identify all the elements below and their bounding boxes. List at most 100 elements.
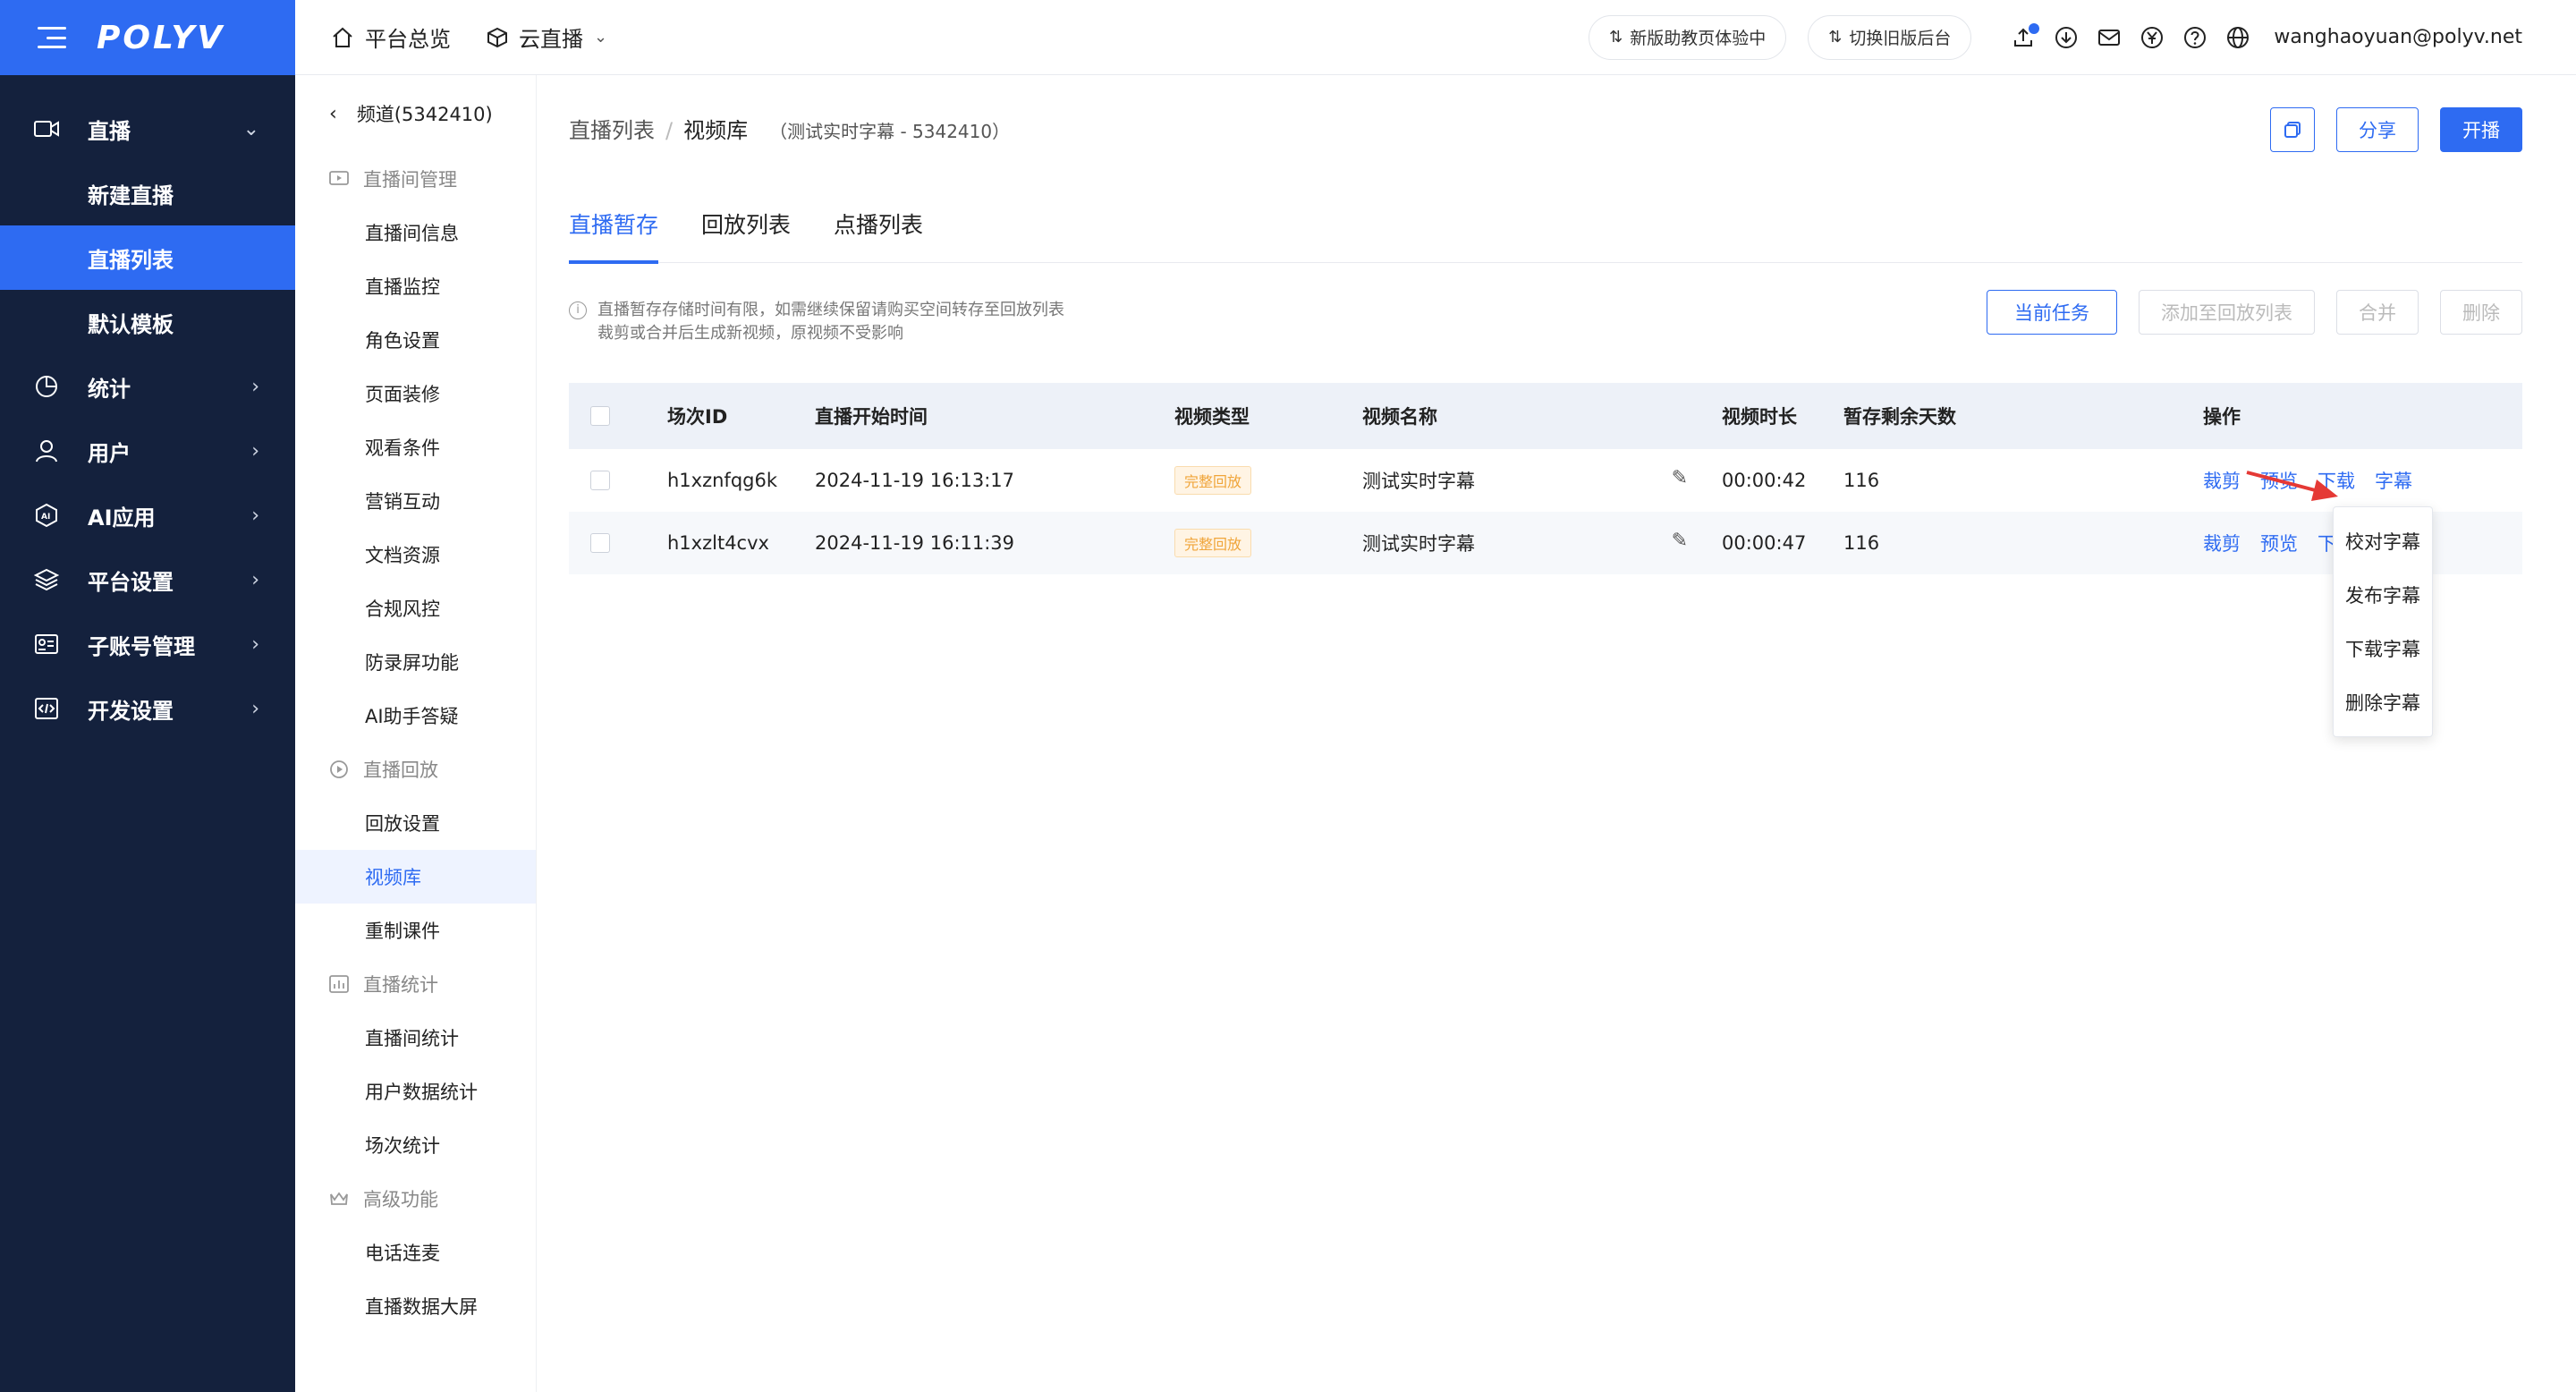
share-button[interactable]: 分享 — [2336, 107, 2419, 152]
tab-vod-list[interactable]: 点播列表 — [834, 200, 923, 263]
row-checkbox[interactable] — [590, 533, 610, 553]
subtitle-link[interactable]: 字幕 — [2375, 467, 2412, 494]
add-to-playback-button[interactable]: 添加至回放列表 — [2139, 290, 2315, 335]
select-all-checkbox[interactable] — [590, 406, 610, 426]
sidebar-item-room-info[interactable]: 直播间信息 — [295, 206, 536, 259]
main-content: 直播列表 / 视频库 （测试实时字幕 - 5342410） 分享 开播 直播暂存… — [537, 75, 2576, 1392]
sidebar-item-remake-courseware[interactable]: 重制课件 — [295, 904, 536, 957]
sidebar-item-roles[interactable]: 角色设置 — [295, 313, 536, 367]
nav-header: POLYV — [0, 0, 295, 75]
breadcrumb: 直播列表 / 视频库 （测试实时字幕 - 5342410） — [569, 113, 1010, 144]
video-table: 场次ID 直播开始时间 视频类型 视频名称 视频时长 暂存剩余天数 操作 h1x… — [569, 383, 2522, 574]
cloud-live-dropdown[interactable]: 云直播 ⌄ — [487, 21, 607, 53]
main-nav: POLYV 直播 ⌄ 新建直播 直播列表 默认模板 统计 › 用户 › AI A… — [0, 0, 295, 1392]
sidebar-item-marketing[interactable]: 营销互动 — [295, 474, 536, 528]
crop-link[interactable]: 裁剪 — [2203, 467, 2241, 494]
nav-item-platform-settings[interactable]: 平台设置 › — [0, 547, 295, 612]
menu-toggle-icon[interactable] — [38, 27, 66, 48]
sidebar-item-documents[interactable]: 文档资源 — [295, 528, 536, 581]
channel-back-button[interactable]: ‹ 频道(5342410) — [295, 75, 536, 152]
nav-item-subaccounts[interactable]: 子账号管理 › — [0, 612, 295, 676]
tab-live-temp[interactable]: 直播暂存 — [569, 200, 659, 264]
monitor-icon — [327, 167, 351, 191]
sidebar-item-playback-settings[interactable]: 回放设置 — [295, 796, 536, 850]
row-checkbox[interactable] — [590, 471, 610, 490]
group-advanced: 高级功能 — [295, 1172, 536, 1226]
chevron-down-icon: ⌄ — [594, 28, 608, 47]
menu-item-download-subtitle[interactable]: 下载字幕 — [2334, 622, 2432, 675]
yen-icon[interactable] — [2140, 25, 2165, 50]
video-camera-icon — [32, 115, 61, 143]
copy-button[interactable] — [2270, 107, 2315, 152]
breadcrumb-current: 视频库 — [683, 118, 749, 143]
crop-link[interactable]: 裁剪 — [2203, 530, 2241, 556]
breadcrumb-parent[interactable]: 直播列表 — [569, 113, 655, 144]
sidebar-item-video-library[interactable]: 视频库 — [295, 850, 536, 904]
user-icon — [32, 437, 61, 465]
sidebar-item-user-stats[interactable]: 用户数据统计 — [295, 1065, 536, 1118]
nav-sub-new-live[interactable]: 新建直播 — [0, 161, 295, 225]
chevron-right-icon: › — [251, 439, 259, 463]
nav-item-users[interactable]: 用户 › — [0, 419, 295, 483]
red-arrow-annotation — [2246, 471, 2338, 501]
platform-overview-link[interactable]: 平台总览 — [331, 21, 451, 53]
merge-button[interactable]: 合并 — [2336, 290, 2419, 335]
mail-icon[interactable] — [2097, 25, 2122, 50]
top-bar: 平台总览 云直播 ⌄ ⇅ 新版助教页体验中 ⇅ 切换旧版后台 wanghaoyuan… — [295, 0, 2576, 75]
nav-sub-default-template[interactable]: 默认模板 — [0, 290, 295, 354]
replay-icon — [327, 758, 351, 781]
sidebar-item-watch-conditions[interactable]: 观看条件 — [295, 420, 536, 474]
bar-chart-icon — [327, 972, 351, 996]
status-badge: 完整回放 — [1174, 466, 1252, 495]
preview-link[interactable]: 预览 — [2260, 530, 2298, 556]
menu-item-publish-subtitle[interactable]: 发布字幕 — [2334, 568, 2432, 622]
polyv-logo[interactable]: POLYV — [97, 20, 225, 56]
download-icon[interactable] — [2054, 25, 2079, 50]
notification-dot — [2029, 22, 2040, 34]
start-live-button[interactable]: 开播 — [2440, 107, 2522, 152]
upload-icon[interactable] — [2011, 22, 2040, 50]
switch-old-backend-button[interactable]: ⇅ 切换旧版后台 — [1808, 14, 1972, 60]
library-tabs: 直播暂存 回放列表 点播列表 — [569, 200, 2522, 264]
tab-playback-list[interactable]: 回放列表 — [701, 200, 791, 263]
edit-pencil-icon[interactable]: ✎ — [1672, 530, 1688, 556]
edit-pencil-icon[interactable]: ✎ — [1672, 467, 1688, 494]
nav-item-live[interactable]: 直播 ⌄ — [0, 97, 295, 161]
channel-sidebar: ‹ 频道(5342410) 直播间管理 直播间信息 直播监控 角色设置 页面装修… — [295, 75, 537, 1392]
chevron-right-icon: › — [251, 375, 259, 398]
switch-arrows-icon: ⇅ — [1609, 28, 1623, 47]
menu-item-delete-subtitle[interactable]: 删除字幕 — [2334, 675, 2432, 729]
menu-item-proofread-subtitle[interactable]: 校对字幕 — [2334, 514, 2432, 568]
ai-icon: AI — [32, 501, 61, 530]
nav-sub-live-list[interactable]: 直播列表 — [0, 225, 295, 290]
cube-icon — [487, 27, 507, 47]
chevron-right-icon: › — [251, 504, 259, 527]
delete-button[interactable]: 删除 — [2440, 290, 2522, 335]
status-badge: 完整回放 — [1174, 529, 1252, 557]
chevron-right-icon: › — [251, 568, 259, 591]
home-icon — [333, 27, 352, 47]
nav-item-stats[interactable]: 统计 › — [0, 354, 295, 419]
chevron-left-icon: ‹ — [329, 102, 337, 125]
help-icon[interactable] — [2182, 25, 2207, 50]
nav-item-ai[interactable]: AI AI应用 › — [0, 483, 295, 547]
user-email[interactable]: wanghaoyuan@polyv.net — [2274, 26, 2522, 48]
sidebar-item-anti-recording[interactable]: 防录屏功能 — [295, 635, 536, 689]
sidebar-item-phone-link[interactable]: 电话连麦 — [295, 1226, 536, 1279]
switch-arrows-icon: ⇅ — [1828, 28, 1843, 47]
sidebar-item-page-decoration[interactable]: 页面装修 — [295, 367, 536, 420]
copy-icon — [2284, 122, 2301, 138]
current-task-button[interactable]: 当前任务 — [1987, 290, 2117, 335]
new-assistant-toggle[interactable]: ⇅ 新版助教页体验中 — [1589, 14, 1787, 60]
sidebar-item-ai-assistant[interactable]: AI助手答疑 — [295, 689, 536, 743]
sidebar-item-compliance[interactable]: 合规风控 — [295, 581, 536, 635]
nav-item-dev-settings[interactable]: 开发设置 › — [0, 676, 295, 741]
sidebar-item-data-screen[interactable]: 直播数据大屏 — [295, 1279, 536, 1333]
sidebar-item-session-stats[interactable]: 场次统计 — [295, 1118, 536, 1172]
sidebar-item-room-stats[interactable]: 直播间统计 — [295, 1011, 536, 1065]
globe-icon[interactable] — [2225, 25, 2250, 50]
svg-text:AI: AI — [41, 513, 50, 522]
id-card-icon — [32, 630, 61, 658]
sidebar-item-monitor[interactable]: 直播监控 — [295, 259, 536, 313]
group-live-stats: 直播统计 — [295, 957, 536, 1011]
